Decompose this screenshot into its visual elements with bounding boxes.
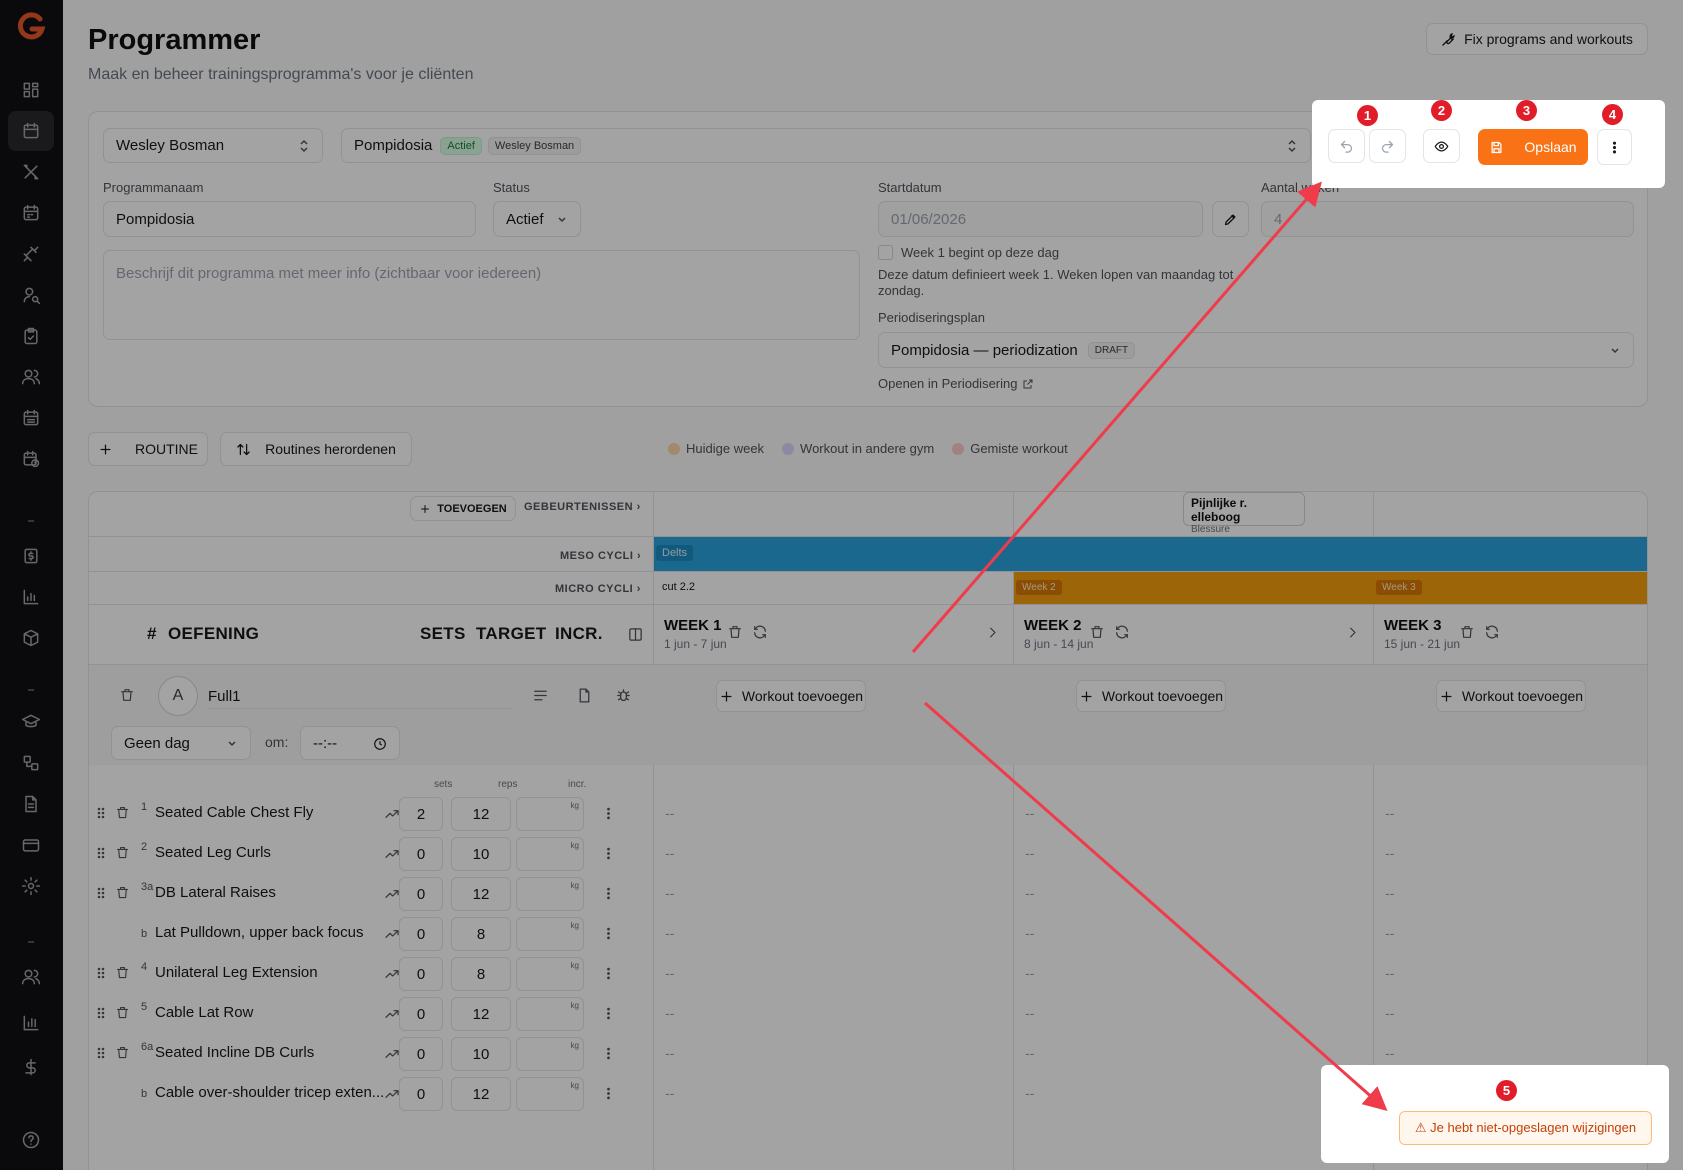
tutorial-arrows bbox=[911, 181, 1388, 1111]
arrow-to-unsaved bbox=[924, 701, 1388, 1111]
arrow-to-toolbar bbox=[911, 181, 1322, 653]
